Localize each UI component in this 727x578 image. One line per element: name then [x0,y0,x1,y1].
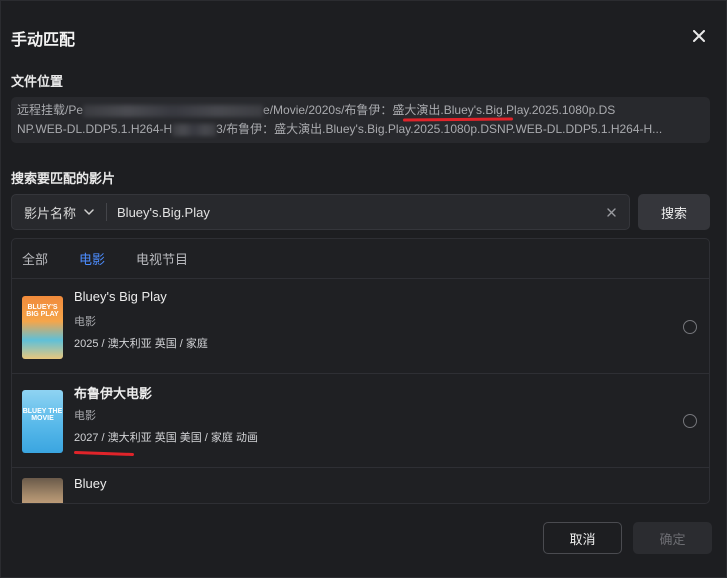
select-radio[interactable] [683,414,697,428]
result-title: Bluey [74,476,107,491]
movie-poster [22,478,63,503]
tab-all[interactable]: 全部 [22,249,48,268]
result-meta: 2025 / 澳大利亚 英国 / 家庭 [74,338,208,350]
result-tabs: 全部 电影 电视节目 [12,239,709,279]
results-panel: 全部 电影 电视节目 BLUEY'S BIG PLAY Bluey's Big … [11,238,710,504]
result-type: 电影 [74,316,96,328]
result-meta: 2027 / 澳大利亚 英国 美国 / 家庭 动画 [74,432,258,444]
path-text: 3/布鲁伊：盛大演出.Bluey's.Big.Play.2025.1080p.D… [216,122,663,136]
file-location-label: 文件位置 [11,74,64,89]
movie-poster: BLUEY'S BIG PLAY [22,296,63,359]
search-bar: 影片名称 [11,194,630,230]
poster-title-text: BLUEY'S BIG PLAY [26,304,59,318]
search-button[interactable]: 搜索 [638,194,710,230]
result-title: 布鲁伊大电影 [74,386,153,401]
close-icon [693,30,705,42]
result-item[interactable]: BLUEY'S BIG PLAY Bluey's Big Play 电影 202… [12,280,709,374]
close-icon [606,207,616,217]
select-radio[interactable] [683,320,697,334]
cancel-button[interactable]: 取消 [543,522,622,554]
tab-tv-shows[interactable]: 电视节目 [136,249,188,268]
redacted-blur [83,104,264,117]
result-type: 电影 [74,410,96,422]
search-input[interactable] [107,204,597,220]
confirm-button[interactable]: 确定 [633,522,712,554]
search-section-label: 搜索要匹配的影片 [11,171,116,186]
path-text: 远程挂载/Pe [17,103,84,117]
manual-match-dialog: 手动匹配 文件位置 远程挂载/Pe e/Movie/2020s/布鲁伊：盛大演出.… [0,0,727,578]
file-path-line-1: 远程挂载/Pe e/Movie/2020s/布鲁伊：盛大演出.Bluey's.Bi… [17,101,704,120]
red-underline-annotation [73,450,135,457]
search-type-select[interactable]: 影片名称 [12,203,108,221]
search-type-value: 影片名称 [24,205,77,221]
poster-title-text: BLUEY THE MOVIE [22,408,63,422]
result-item[interactable]: Bluey [12,468,709,503]
path-text: e/Movie/2020s/布鲁伊：盛大演出.Bluey's.Big.Play.… [263,103,616,117]
path-text: NP.WEB-DL.DDP5.1.H264-H [17,122,173,136]
result-title: Bluey's Big Play [74,289,167,304]
result-item[interactable]: BLUEY THE MOVIE 布鲁伊大电影 电影 2027 / 澳大利亚 英国… [12,374,709,468]
file-path-box: 远程挂载/Pe e/Movie/2020s/布鲁伊：盛大演出.Bluey's.Bi… [11,97,710,143]
dialog-title: 手动匹配 [11,32,76,49]
redacted-blur [172,123,217,136]
chevron-down-icon [84,209,94,215]
file-path-line-2: NP.WEB-DL.DDP5.1.H264-H 3/布鲁伊：盛大演出.Bluey'… [17,120,704,139]
tab-movies[interactable]: 电影 [79,249,105,268]
clear-search-button[interactable] [597,198,625,226]
close-button[interactable] [688,25,710,47]
movie-poster: BLUEY THE MOVIE [22,390,63,453]
